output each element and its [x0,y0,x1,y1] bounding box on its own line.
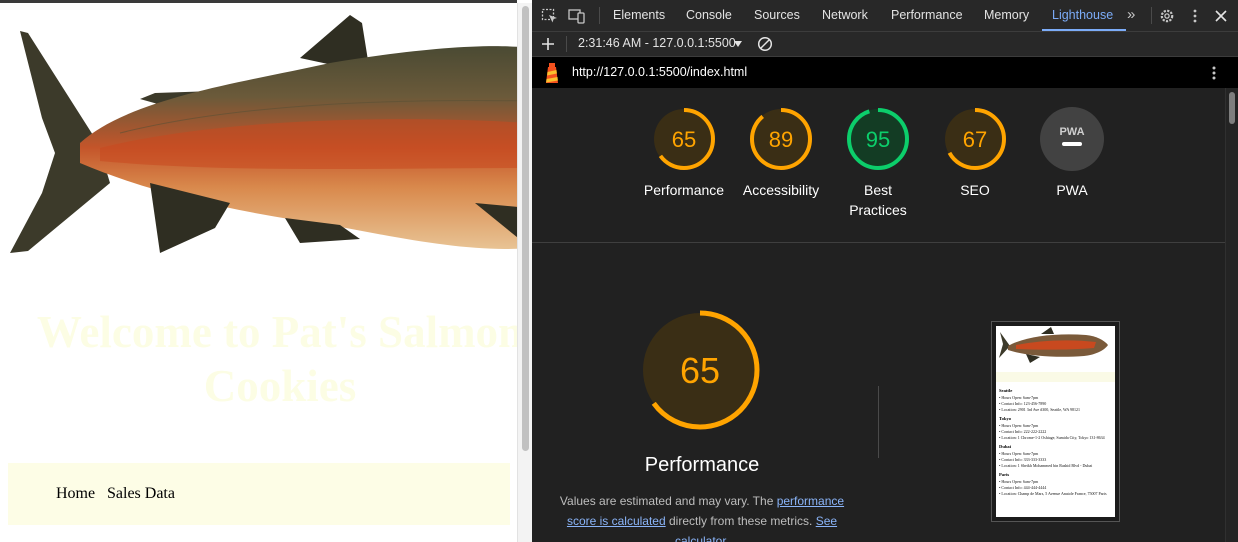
chevron-down-icon[interactable] [734,41,742,47]
vertical-divider [878,386,879,458]
toolbar-divider [599,7,600,24]
page-title: Welcome to Pat's Salmon Cookies [36,307,517,411]
thumbnail-city-heading: Seattle [999,388,1013,393]
thumbnail-list-item: • Location: 1 Chrome-1-2 Oshiage, Sumida… [999,435,1105,440]
score-gauge-pwa[interactable]: PWA PWA [1027,106,1117,200]
device-toolbar-icon[interactable] [568,8,586,24]
note-text: Values are estimated and may vary. The [559,494,777,508]
report-scrollbar-thumb[interactable] [1229,92,1235,124]
nav-link-home[interactable]: Home [56,485,95,503]
page-scrollbar-thumb[interactable] [522,6,529,451]
thumbnail-salmon-image [999,327,1108,363]
tab-elements[interactable]: Elements [613,8,665,22]
section-divider [532,242,1225,243]
more-tabs-icon[interactable]: » [1127,6,1135,23]
nav-link-sales-data[interactable]: Sales Data [107,485,175,503]
clear-reports-icon[interactable] [757,36,773,52]
score-label: Best Practices [849,182,907,218]
kebab-menu-icon[interactable] [1186,8,1204,24]
tab-performance[interactable]: Performance [891,8,963,22]
report-selector[interactable]: 2:31:46 AM - 127.0.0.1:5500 [578,36,736,50]
thumbnail-list-item: • Hours Open: 6am-7pm [999,451,1039,456]
toolbar-divider [1151,7,1152,24]
salmon-image [10,15,517,253]
featured-category-title: Performance [644,454,760,476]
tab-network[interactable]: Network [822,8,868,22]
featured-score-value: 65 [680,350,720,391]
pwa-dash [1062,142,1082,146]
thumbnail-nav [996,372,1115,382]
lighthouse-toolbar: 2:31:46 AM - 127.0.0.1:5500 [532,32,1238,57]
devtools-tabbar: Elements Console Sources Network Perform… [532,0,1238,32]
score-gauge-best-practices[interactable]: 95 Best Practices [833,106,923,220]
report-url-bar: http://127.0.0.1:5500/index.html [532,57,1238,88]
score-value: 95 [866,127,890,152]
new-report-plus-icon[interactable] [541,37,555,51]
tab-console[interactable]: Console [686,8,732,22]
page-scrollbar[interactable] [517,3,532,542]
score-note: Values are estimated and may vary. The p… [554,491,850,542]
lighthouse-report: 65 Performance 89 Accessibility 95 Best … [532,88,1225,542]
toolbar-divider [566,36,567,52]
thumbnail-list-item: • Contact Info: 444-444-4444 [999,485,1047,490]
tab-memory[interactable]: Memory [984,8,1029,22]
score-gauge-seo[interactable]: 67 SEO [930,106,1020,200]
active-tab-indicator [1042,29,1126,31]
tab-lighthouse[interactable]: Lighthouse [1052,8,1113,22]
thumbnail-list-item: • Hours Open: 6am-7pm [999,395,1039,400]
close-icon[interactable] [1212,8,1230,24]
thumbnail-list-item: • Hours Open: 6am-7pm [999,479,1039,484]
thumbnail-city-heading: Dubai [999,444,1012,449]
report-scrollbar[interactable] [1225,88,1238,542]
score-value: 89 [769,127,793,152]
tab-sources[interactable]: Sources [754,8,800,22]
thumbnail-city-heading: Tokyo [999,416,1012,421]
thumbnail-list-item: • Location: 2901 3rd Ave #300, Seattle, … [999,407,1081,412]
devtools-panel: Elements Console Sources Network Perform… [532,0,1238,542]
pwa-badge-icon: PWA [1040,107,1104,171]
pwa-badge-text: PWA [1059,126,1084,138]
thumbnail-list-item: • Hours Open: 6am-7pm [999,423,1039,428]
performance-featured-gauge: 65 [640,310,760,430]
score-label: PWA [1056,182,1088,198]
score-label: Accessibility [742,182,820,198]
page-viewport: Welcome to Pat's Salmon Cookies Home Sal… [0,0,517,542]
settings-gear-icon[interactable] [1158,8,1176,24]
score-gauge-performance[interactable]: 65 Performance [639,106,729,200]
score-gauge-accessibility[interactable]: 89 Accessibility [736,106,826,200]
report-menu-icon[interactable] [1208,65,1220,81]
note-text: directly from these metrics. [665,514,816,528]
score-value: 67 [963,127,987,152]
score-value: 65 [672,127,696,152]
inspect-element-icon[interactable] [541,8,559,24]
thumbnail-list-item: • Contact Info: 123-456-7890 [999,401,1047,406]
site-nav: Home Sales Data [8,463,510,525]
final-screenshot-thumbnail[interactable]: Seattle • Hours Open: 6am-7pm • Contact In… [991,321,1120,522]
thumbnail-list-item: • Location: Champ de Mars, 5 Avenue Anat… [999,491,1107,496]
thumbnail-city-heading: Paris [999,472,1010,477]
thumbnail-list-item: • Location: 1 Sheikh Mohammed bin Rashid… [999,463,1093,468]
thumbnail-list-item: • Contact Info: 333-333-3333 [999,457,1047,462]
score-label: SEO [960,182,990,198]
thumbnail-list-item: • Contact Info: 222-222-2222 [999,429,1047,434]
report-url: http://127.0.0.1:5500/index.html [572,65,748,79]
lighthouse-logo-icon [546,63,558,83]
score-label: Performance [643,182,725,198]
